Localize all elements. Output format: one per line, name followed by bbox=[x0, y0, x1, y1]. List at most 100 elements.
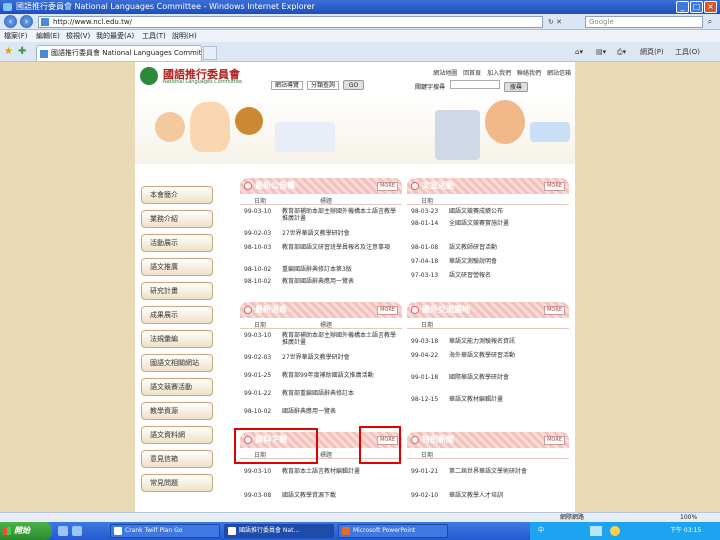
address-input[interactable]: http://www.ncl.edu.tw/ bbox=[38, 16, 543, 28]
sidebar-item-about[interactable]: 本會簡介 bbox=[141, 186, 213, 204]
row-title[interactable]: 國際華語文教學研討會 bbox=[449, 374, 567, 381]
row-title[interactable]: 教育部重編國語辭典修訂本 bbox=[282, 390, 400, 397]
refresh-stop-buttons[interactable]: ↻ ✕ bbox=[548, 16, 578, 28]
keyword-search-label: 關鍵字搜尋 bbox=[415, 84, 446, 91]
forward-button[interactable]: › bbox=[20, 15, 33, 28]
top-link-sitemap[interactable]: 網站地圖 bbox=[433, 70, 457, 77]
col-title: 標題 bbox=[320, 452, 333, 459]
row-title[interactable]: 華語文測驗說明會 bbox=[449, 258, 567, 265]
keyword-input[interactable] bbox=[449, 80, 500, 89]
row-title[interactable]: 第二屆世界華語文學術研討會 bbox=[449, 468, 567, 475]
top-link-home[interactable]: 回首頁 bbox=[463, 70, 481, 77]
system-tray: 中 下午 03:15 bbox=[530, 522, 720, 540]
row-title[interactable]: 華語文教材編輯計畫 bbox=[449, 396, 567, 403]
row-title[interactable]: 教育部國語文研習班學員報名及注意事項 bbox=[282, 244, 400, 251]
row-title[interactable]: 國語文競賽成績公布 bbox=[449, 208, 567, 215]
status-zoom[interactable]: 100% bbox=[680, 513, 697, 522]
row-title[interactable]: 教育部本土語言教材編輯計畫 bbox=[282, 468, 400, 475]
home-icon[interactable]: ⌂▾ bbox=[575, 45, 583, 59]
row-title[interactable]: 國語文教學資源下載 bbox=[282, 492, 400, 499]
tools-menu[interactable]: 工具(O) bbox=[675, 45, 700, 59]
start-button[interactable]: 開始 bbox=[0, 522, 52, 540]
windows-logo-icon bbox=[3, 527, 11, 535]
menu-file[interactable]: 檔案(F) bbox=[4, 30, 28, 42]
site-nav-select[interactable]: 網站導覽 bbox=[271, 81, 304, 90]
back-button[interactable]: ‹ bbox=[4, 15, 17, 28]
feeds-icon[interactable]: ▤▾ bbox=[596, 45, 606, 59]
sidebar-item-business[interactable]: 業務介紹 bbox=[141, 210, 213, 228]
close-button[interactable]: × bbox=[704, 1, 717, 13]
ncl-logo-icon[interactable] bbox=[140, 67, 158, 85]
row-title[interactable]: 教育部99年度補助國語文推廣活動 bbox=[282, 372, 400, 379]
row-title[interactable]: 27世界華語文教學研討會 bbox=[282, 230, 400, 237]
menu-view[interactable]: 檢視(V) bbox=[66, 30, 90, 42]
row-title[interactable]: 華語文能力測驗報名資訊 bbox=[449, 338, 567, 345]
sidebar-item-language-data[interactable]: 語文資料網 bbox=[141, 426, 213, 444]
network-icon[interactable] bbox=[590, 526, 602, 536]
category-select[interactable]: 分類查詢 bbox=[306, 81, 339, 90]
latest-more-button[interactable]: MORE bbox=[377, 306, 398, 315]
taskbar-item[interactable]: Crank Twilf Plan Go bbox=[110, 524, 220, 538]
row-title[interactable]: 27世界華語文教學研討會 bbox=[282, 354, 400, 361]
col-title: 標題 bbox=[320, 322, 333, 329]
sidebar-item-promotion[interactable]: 語文推廣 bbox=[141, 258, 213, 276]
tray-language[interactable]: 中 bbox=[538, 522, 544, 540]
minimize-button[interactable]: _ bbox=[676, 1, 689, 13]
row-title[interactable]: 華語文教學人才培訓 bbox=[449, 492, 567, 499]
sidebar-item-regulations[interactable]: 法規彙編 bbox=[141, 330, 213, 348]
maximize-button[interactable]: □ bbox=[690, 1, 703, 13]
menu-tools[interactable]: 工具(T) bbox=[142, 30, 166, 42]
print-icon[interactable]: ⎙▾ bbox=[617, 45, 626, 59]
page-menu[interactable]: 網頁(P) bbox=[640, 45, 664, 59]
quicklaunch-ie-icon[interactable] bbox=[72, 526, 82, 536]
tab-label: 國語推行委員會 National Languages Committee bbox=[51, 49, 202, 57]
tab-ncl[interactable]: 國語推行委員會 National Languages Committee bbox=[36, 45, 202, 61]
row-title[interactable]: 重編國語辭典修訂本第3版 bbox=[282, 266, 400, 273]
taskbar-item[interactable]: Microsoft PowerPoint bbox=[338, 524, 448, 538]
top-links: 網站地圖 回首頁 加入我們 聯絡我們 網站信箱 bbox=[429, 68, 571, 77]
menu-help[interactable]: 說明(H) bbox=[172, 30, 197, 42]
special-more-button[interactable]: MORE bbox=[544, 436, 565, 445]
international-panel: 國外交流園地 MORE 日期 99-03-18 華語文能力測驗報名資訊 99-04… bbox=[407, 302, 569, 422]
quicklaunch-desktop-icon[interactable] bbox=[58, 526, 68, 536]
go-button[interactable]: GO bbox=[342, 80, 365, 90]
news-more-button[interactable]: MORE bbox=[377, 182, 398, 191]
sidebar-item-results[interactable]: 成果展示 bbox=[141, 306, 213, 324]
row-title[interactable]: 教育部補助本部主辦國外機構本土語言教學推廣計畫 bbox=[282, 208, 400, 222]
sidebar-item-feedback[interactable]: 意見信箱 bbox=[141, 450, 213, 468]
sidebar-item-related-sites[interactable]: 國語文相關網站 bbox=[141, 354, 213, 372]
top-link-mailbox[interactable]: 網站信箱 bbox=[547, 70, 571, 77]
search-input[interactable]: Google bbox=[585, 16, 703, 28]
taskbar: 開始 Crank Twilf Plan Go 國語推行委員會 Nat... Mi… bbox=[0, 522, 720, 540]
row-title[interactable]: 語文教師研習活動 bbox=[449, 244, 567, 251]
menu-edit[interactable]: 編輯(E) bbox=[36, 30, 60, 42]
activity-panel-header: 文宣活動 MORE bbox=[407, 178, 569, 194]
sidebar-item-teaching[interactable]: 教學資源 bbox=[141, 402, 213, 420]
favorites-star-icon[interactable]: ★ bbox=[4, 46, 16, 58]
volume-icon[interactable] bbox=[610, 526, 620, 536]
menu-favorites[interactable]: 我的最愛(A) bbox=[96, 30, 134, 42]
new-tab-button[interactable] bbox=[203, 46, 217, 60]
row-title[interactable]: 海外華語文教學研習活動 bbox=[449, 352, 567, 359]
sidebar-item-faq[interactable]: 常見問題 bbox=[141, 474, 213, 492]
row-title[interactable]: 教育部補助本部主辦國外機構本土語言教學推廣計畫 bbox=[282, 332, 400, 346]
keyword-search-button[interactable]: 搜尋 bbox=[503, 82, 528, 92]
banner-child-icon bbox=[235, 107, 263, 135]
row-title[interactable]: 語文研習營報名 bbox=[449, 272, 567, 279]
activity-more-button[interactable]: MORE bbox=[544, 182, 565, 191]
top-link-contact[interactable]: 聯絡我們 bbox=[517, 70, 541, 77]
row-title[interactable]: 國語辭典應用一覽表 bbox=[282, 408, 400, 415]
row-date: 99-02-03 bbox=[244, 230, 272, 237]
sidebar-item-activities[interactable]: 活動展示 bbox=[141, 234, 213, 252]
add-favorite-icon[interactable]: ✚ bbox=[18, 46, 30, 58]
row-title[interactable]: 教育部國語辭典應用一覽表 bbox=[282, 278, 400, 285]
international-more-button[interactable]: MORE bbox=[544, 306, 565, 315]
search-icon[interactable]: ⌕ bbox=[704, 16, 716, 28]
activity-columns: 日期 bbox=[407, 196, 569, 205]
row-title[interactable]: 全國語文競賽實施計畫 bbox=[449, 220, 567, 227]
row-date: 99-03-18 bbox=[411, 338, 439, 345]
taskbar-item-active[interactable]: 國語推行委員會 Nat... bbox=[224, 524, 334, 538]
top-link-join[interactable]: 加入我們 bbox=[487, 70, 511, 77]
sidebar-item-competition[interactable]: 語文競賽活動 bbox=[141, 378, 213, 396]
sidebar-item-research[interactable]: 研究計畫 bbox=[141, 282, 213, 300]
